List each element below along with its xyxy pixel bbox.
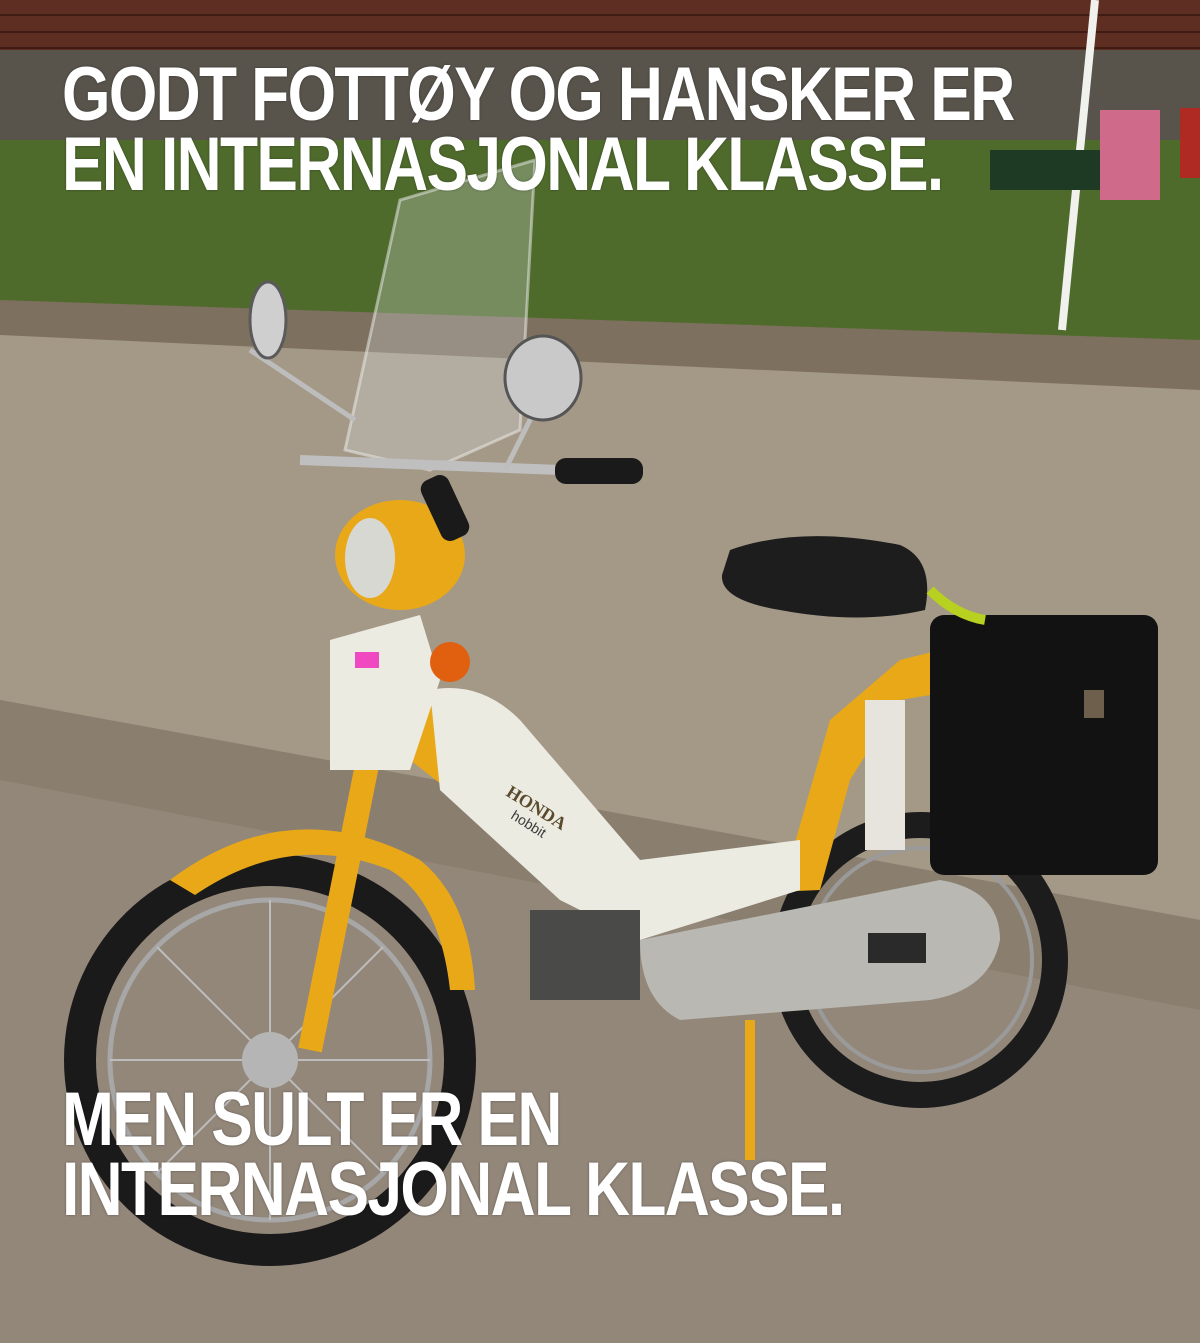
red-cooler [1180, 108, 1200, 178]
right-grip [555, 458, 643, 484]
bottom-caption-line-1: MEN SULT ER EN [62, 1077, 562, 1162]
saddle-bag [930, 615, 1158, 875]
pink-chair [1100, 110, 1160, 200]
rear-shock [865, 700, 905, 850]
top-caption-line-2: EN INTERNASJONAL KLASSE. [62, 122, 944, 207]
pink-sticker [355, 652, 379, 668]
engine-cylinder [530, 910, 640, 1000]
headlight-lens [345, 518, 395, 598]
brick-wall [0, 0, 1200, 58]
bottom-caption-line-2: INTERNASJONAL KLASSE. [62, 1147, 845, 1232]
bottom-caption: MEN SULT ER EN INTERNASJONAL KLASSE. [62, 1077, 845, 1232]
meme-image: HONDA hobbit GODT FOTTØY OG HANSKER ER E… [0, 0, 1200, 1343]
saddle-bag-clasp [1084, 690, 1104, 718]
top-caption: GODT FOTTØY OG HANSKER ER EN INTERNASJON… [62, 52, 1015, 207]
left-mirror [248, 280, 288, 360]
right-mirror [503, 334, 583, 422]
top-caption-line-1: GODT FOTTØY OG HANSKER ER [62, 52, 1015, 137]
pedal [868, 933, 926, 963]
turn-signal [430, 642, 470, 682]
